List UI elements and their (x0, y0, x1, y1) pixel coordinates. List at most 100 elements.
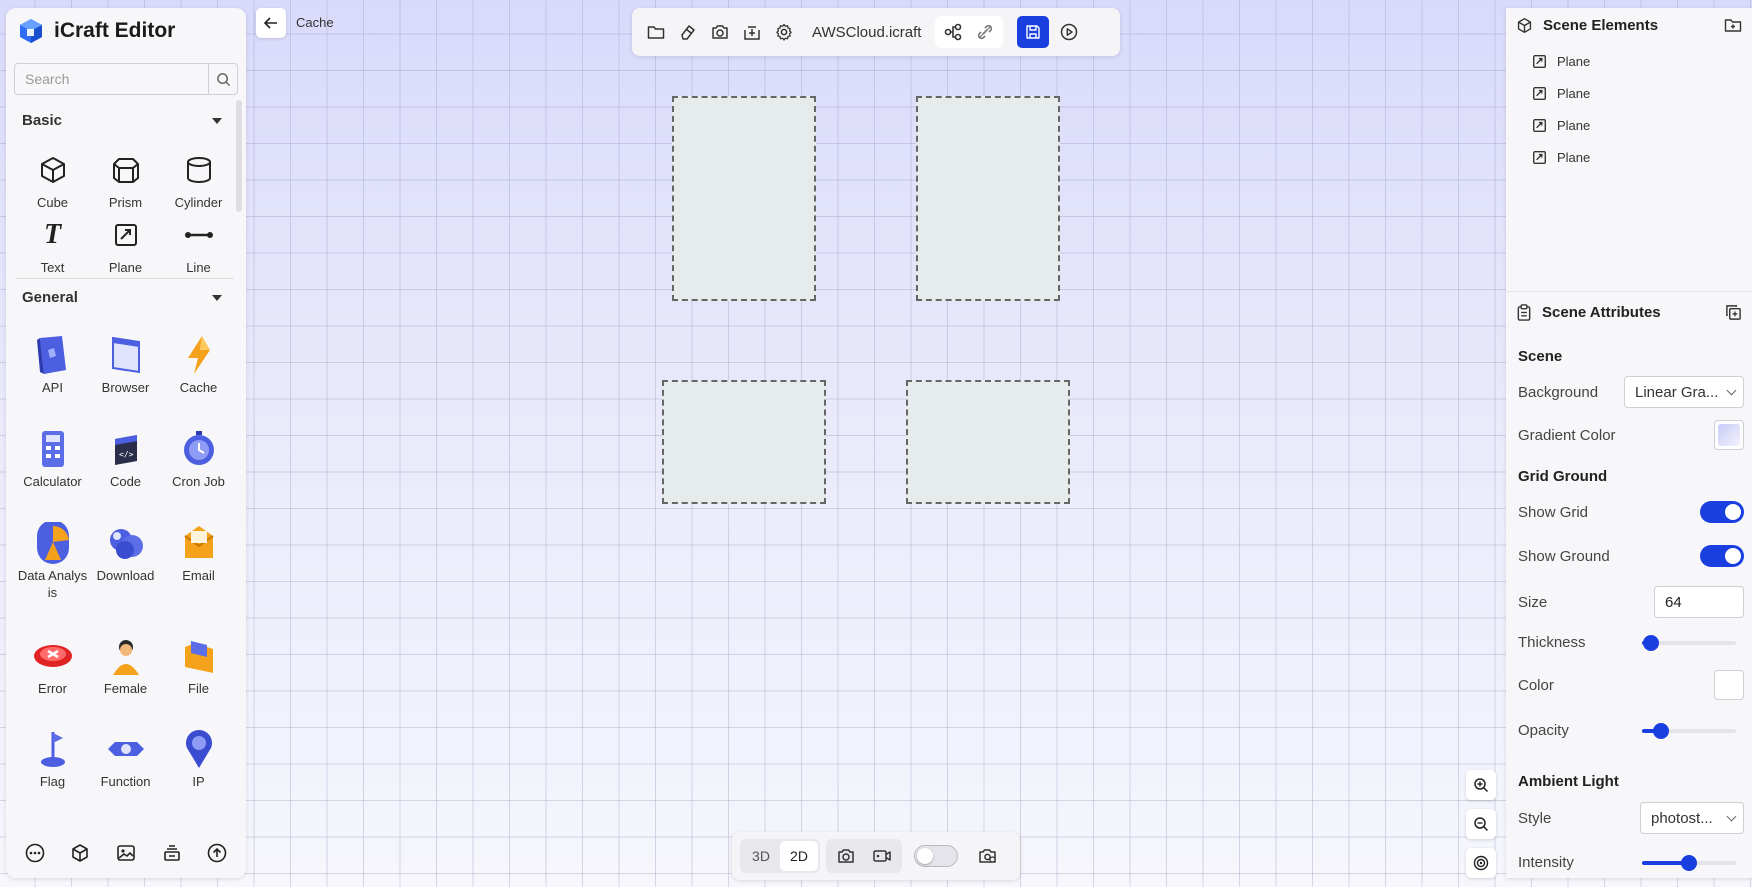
plane-object[interactable] (906, 380, 1070, 504)
camera-settings-icon (979, 849, 996, 863)
link-button[interactable] (969, 16, 1001, 48)
open-file-button[interactable] (640, 16, 672, 48)
tool-function[interactable]: Function (89, 727, 162, 820)
back-button[interactable] (256, 8, 286, 38)
model-button[interactable] (70, 843, 90, 863)
search-button[interactable] (208, 64, 237, 94)
section-general-header[interactable]: General (22, 289, 228, 306)
error-icon (33, 645, 72, 667)
screenshot-button[interactable] (704, 16, 736, 48)
api-icon (36, 336, 66, 374)
intensity-slider[interactable] (1642, 854, 1736, 871)
tool-error[interactable]: Error (16, 634, 89, 727)
mode-switch[interactable] (914, 845, 958, 867)
tool-plane[interactable]: Plane (89, 213, 162, 278)
scene-element-item[interactable]: Plane (1532, 118, 1590, 133)
view-2d-option[interactable]: 2D (780, 841, 818, 871)
cron-job-icon (183, 431, 214, 465)
caret-down-icon (212, 294, 222, 301)
view-3d-option[interactable]: 3D (742, 841, 780, 871)
add-folder-icon[interactable] (1724, 16, 1742, 34)
slider-knob[interactable] (1643, 634, 1660, 651)
capture-group (826, 839, 902, 873)
play-icon (1061, 23, 1078, 41)
image-button[interactable] (116, 843, 136, 863)
zoom-out-button[interactable] (1466, 809, 1496, 839)
clear-button[interactable] (672, 16, 704, 48)
plane-object[interactable] (662, 380, 826, 504)
scene-element-label: Plane (1557, 54, 1591, 69)
export-button[interactable] (736, 16, 768, 48)
scene-element-item[interactable]: Plane (1532, 86, 1590, 101)
size-value: 64 (1665, 593, 1682, 611)
thickness-slider[interactable] (1642, 634, 1736, 651)
tool-cylinder[interactable]: Cylinder (162, 148, 235, 213)
zoom-in-button[interactable] (1466, 770, 1496, 800)
style-row: Style photost... (1518, 802, 1744, 834)
tool-flag[interactable]: Flag (16, 727, 89, 820)
tool-email[interactable]: Email (162, 521, 235, 634)
plane-icon (1533, 119, 1546, 132)
tool-label: Function (100, 774, 151, 789)
tool-line[interactable]: Line (162, 213, 235, 278)
opacity-slider[interactable] (1642, 722, 1736, 739)
plane-object[interactable] (672, 96, 816, 301)
video-camera-icon (873, 850, 891, 862)
plane-object[interactable] (916, 96, 1060, 301)
show-grid-toggle[interactable] (1700, 501, 1744, 523)
tool-browser[interactable]: Browser (89, 333, 162, 427)
scene-canvas[interactable] (0, 0, 1752, 887)
record-button[interactable] (864, 841, 900, 871)
copy-icon[interactable] (1725, 304, 1742, 321)
tool-download[interactable]: Download (89, 521, 162, 634)
layers-button[interactable] (162, 843, 182, 863)
scene-element-item[interactable]: Plane (1532, 54, 1590, 69)
section-basic-header[interactable]: Basic (22, 112, 228, 129)
size-row: Size 64 (1518, 586, 1744, 618)
tool-calculator[interactable]: Calculator (16, 427, 89, 521)
tool-cache[interactable]: Cache (162, 333, 235, 427)
gradient-color-label: Gradient Color (1518, 426, 1616, 444)
tool-cron-job[interactable]: Cron Job (162, 427, 235, 521)
tool-cube[interactable]: Cube (16, 148, 89, 213)
show-ground-toggle[interactable] (1700, 545, 1744, 567)
tool-text[interactable]: T Text (16, 213, 89, 278)
slider-knob[interactable] (1652, 722, 1669, 739)
more-button[interactable] (25, 843, 45, 863)
upload-button[interactable] (207, 843, 227, 863)
tool-code[interactable]: </> Code (89, 427, 162, 521)
search-input[interactable] (15, 63, 208, 95)
tool-label: Female (103, 681, 148, 696)
connect-button[interactable] (937, 16, 969, 48)
right-panel: Scene Elements Plane Plane Plane Plane S… (1506, 8, 1752, 878)
color-swatch[interactable] (1714, 670, 1744, 700)
camera-settings-button[interactable] (970, 841, 1006, 871)
style-select[interactable]: photost... (1640, 802, 1744, 834)
layers-icon (163, 845, 180, 861)
breadcrumb: Cache (296, 15, 334, 30)
left-panel-scrollbar[interactable] (236, 100, 242, 212)
tool-label: Prism (108, 195, 143, 210)
tool-api[interactable]: API (16, 333, 89, 427)
scene-element-item[interactable]: Plane (1532, 150, 1590, 165)
camera-button[interactable] (828, 841, 864, 871)
tool-file[interactable]: File (162, 634, 235, 727)
color-row: Color (1518, 670, 1744, 700)
play-button[interactable] (1053, 16, 1085, 48)
background-select[interactable]: Linear Gra... (1624, 376, 1744, 408)
tool-female[interactable]: Female (89, 634, 162, 727)
tool-ip[interactable]: IP (162, 727, 235, 820)
size-input[interactable]: 64 (1654, 586, 1744, 618)
slider-knob[interactable] (1681, 854, 1697, 871)
more-icon (25, 843, 45, 863)
recenter-button[interactable] (1466, 848, 1496, 878)
function-icon (107, 742, 144, 756)
save-button[interactable] (1017, 16, 1050, 48)
size-label: Size (1518, 593, 1548, 611)
settings-button[interactable] (768, 16, 800, 48)
tool-prism[interactable]: Prism (89, 148, 162, 213)
gradient-color-swatch[interactable] (1714, 420, 1744, 450)
cube-icon (40, 157, 65, 183)
tool-data-analysis[interactable]: Data Analysis (16, 521, 89, 634)
show-ground-label: Show Ground (1518, 547, 1610, 565)
